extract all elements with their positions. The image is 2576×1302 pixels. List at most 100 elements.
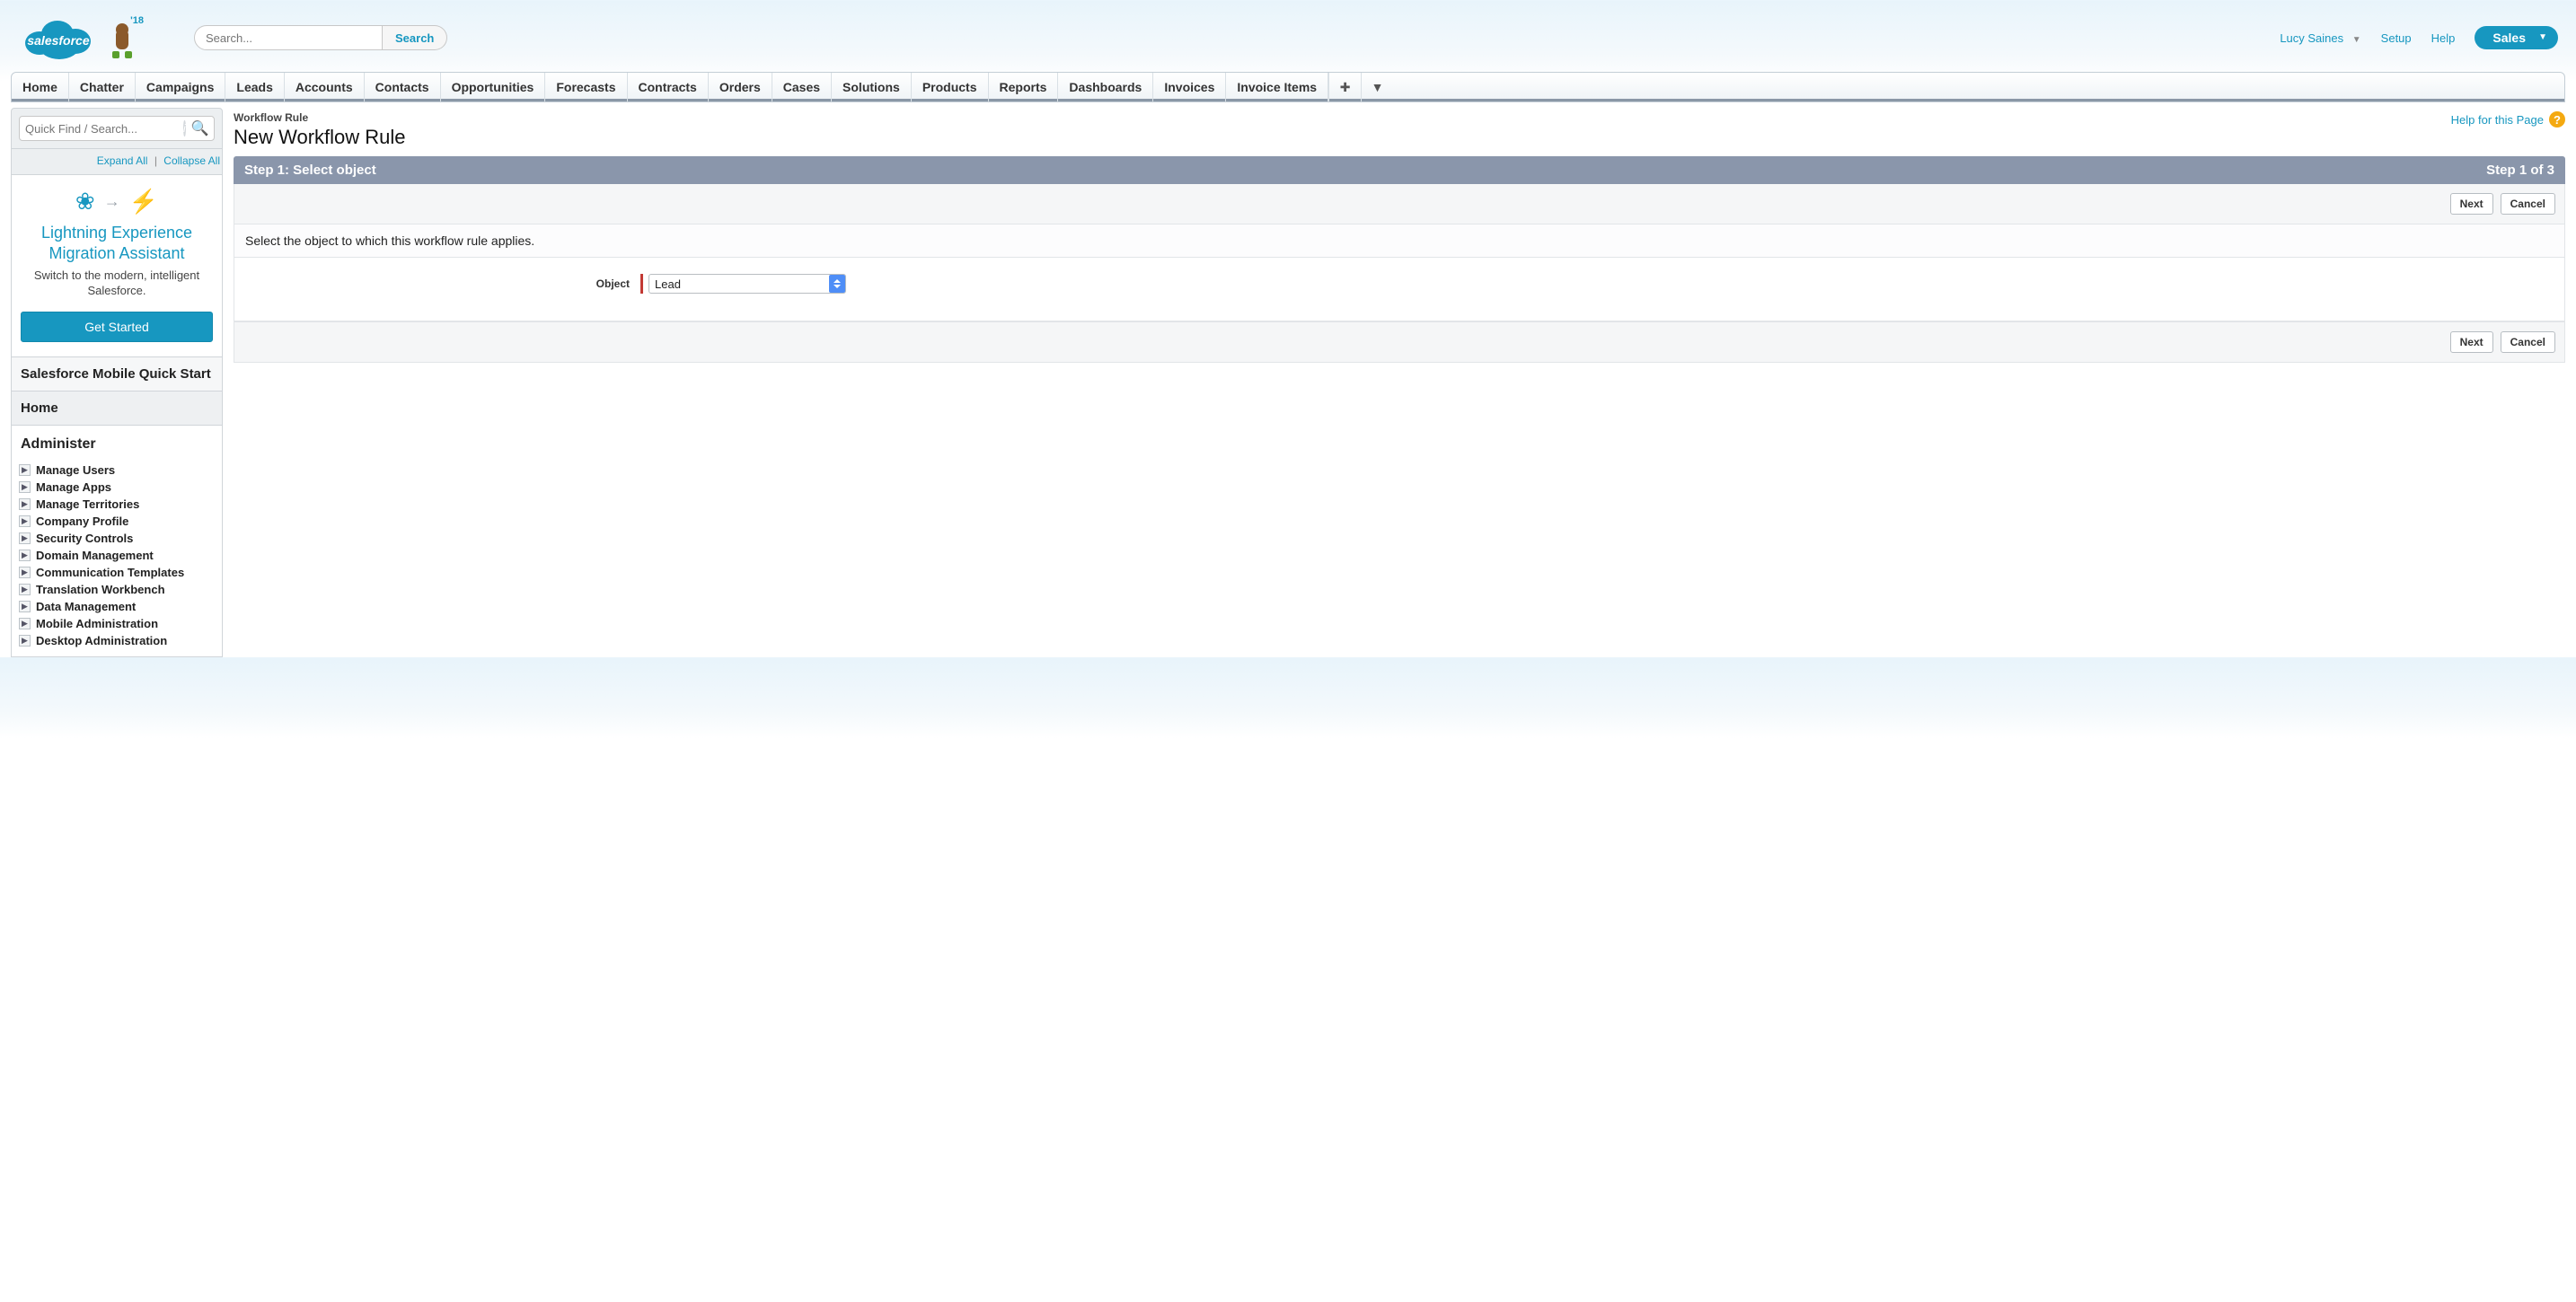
help-link[interactable]: Help xyxy=(2431,31,2456,45)
user-menu[interactable]: Lucy Saines ▼ xyxy=(2280,31,2360,45)
expand-icon[interactable]: ▶ xyxy=(19,515,31,527)
object-select[interactable]: Lead xyxy=(648,274,846,294)
setup-link[interactable]: Setup xyxy=(2381,31,2412,45)
tab-contracts[interactable]: Contracts xyxy=(628,73,709,101)
tree-item-manage-apps[interactable]: ▶Manage Apps xyxy=(15,479,218,496)
app-name-label: Sales xyxy=(2492,31,2526,45)
sidebar-search-box: i 🔍 xyxy=(11,108,223,149)
expand-icon[interactable]: ▶ xyxy=(19,550,31,561)
add-tab-button[interactable]: ✚ xyxy=(1328,73,1361,101)
tab-orders[interactable]: Orders xyxy=(709,73,772,101)
global-search: Search xyxy=(194,25,447,50)
info-icon[interactable]: i xyxy=(183,120,186,136)
mascot-icon: '18 xyxy=(104,15,140,60)
sidebar-tree-controls: Expand All | Collapse All xyxy=(11,149,223,175)
tab-accounts[interactable]: Accounts xyxy=(285,73,365,101)
get-started-button[interactable]: Get Started xyxy=(21,312,213,342)
tab-forecasts[interactable]: Forecasts xyxy=(545,73,627,101)
tab-cases[interactable]: Cases xyxy=(772,73,832,101)
arrow-right-icon: → xyxy=(104,192,120,211)
required-indicator xyxy=(640,274,643,294)
lex-title: Lightning Experience Migration Assistant xyxy=(21,223,213,263)
expand-icon[interactable]: ▶ xyxy=(19,481,31,493)
release-year-badge: '18 xyxy=(130,15,144,26)
page-header: Workflow Rule New Workflow Rule Help for… xyxy=(234,108,2565,156)
step-progress: Step 1 of 3 xyxy=(2486,163,2554,178)
help-for-page-link[interactable]: Help for this Page ? xyxy=(2451,111,2565,128)
expand-icon[interactable]: ▶ xyxy=(19,464,31,476)
expand-icon[interactable]: ▶ xyxy=(19,532,31,544)
tree-item-mobile-administration[interactable]: ▶Mobile Administration xyxy=(15,615,218,632)
salesforce-logo[interactable]: salesforce xyxy=(18,11,99,65)
administer-tree: ▶Manage Users ▶Manage Apps ▶Manage Terri… xyxy=(11,458,223,657)
tab-reports[interactable]: Reports xyxy=(989,73,1059,101)
tree-item-desktop-administration[interactable]: ▶Desktop Administration xyxy=(15,632,218,649)
app-switcher[interactable]: Sales xyxy=(2475,26,2558,49)
next-button[interactable]: Next xyxy=(2450,193,2493,215)
tree-item-security-controls[interactable]: ▶Security Controls xyxy=(15,530,218,547)
next-button-bottom[interactable]: Next xyxy=(2450,331,2493,353)
cancel-button[interactable]: Cancel xyxy=(2501,193,2555,215)
tab-leads[interactable]: Leads xyxy=(225,73,284,101)
quick-find-input[interactable] xyxy=(25,122,183,136)
button-row-top: Next Cancel xyxy=(234,184,2565,224)
tab-chatter[interactable]: Chatter xyxy=(69,73,136,101)
search-icon[interactable]: 🔍 xyxy=(191,119,209,137)
form-area: Object Lead xyxy=(234,258,2565,321)
lex-migration-card: ❀ → ⚡ Lightning Experience Migration Ass… xyxy=(11,175,223,357)
search-button[interactable]: Search xyxy=(383,25,447,50)
tab-solutions[interactable]: Solutions xyxy=(832,73,912,101)
tabbar: Home Chatter Campaigns Leads Accounts Co… xyxy=(11,72,2565,102)
lex-icons: ❀ → ⚡ xyxy=(21,188,213,216)
main-content: Workflow Rule New Workflow Rule Help for… xyxy=(234,108,2565,657)
wizard-step-banner: Step 1: Select object Step 1 of 3 xyxy=(234,156,2565,184)
expand-all-link[interactable]: Expand All xyxy=(97,154,148,167)
search-input[interactable] xyxy=(194,25,383,50)
setup-sidebar: i 🔍 Expand All | Collapse All ❀ → ⚡ Ligh… xyxy=(11,108,223,657)
cloud-icon: salesforce xyxy=(18,11,99,65)
tree-item-data-management[interactable]: ▶Data Management xyxy=(15,598,218,615)
global-header: salesforce '18 Search Lucy Saines ▼ Setu… xyxy=(0,0,2576,72)
tree-item-domain-management[interactable]: ▶Domain Management xyxy=(15,547,218,564)
tree-item-communication-templates[interactable]: ▶Communication Templates xyxy=(15,564,218,581)
page-title: New Workflow Rule xyxy=(234,126,406,149)
cancel-button-bottom[interactable]: Cancel xyxy=(2501,331,2555,353)
tab-invoices[interactable]: Invoices xyxy=(1153,73,1226,101)
expand-icon[interactable]: ▶ xyxy=(19,584,31,595)
help-icon: ? xyxy=(2549,111,2565,128)
caret-down-icon: ▼ xyxy=(2352,35,2361,45)
help-for-page-label: Help for this Page xyxy=(2451,113,2544,127)
expand-icon[interactable]: ▶ xyxy=(19,601,31,612)
step-instruction: Select the object to which this workflow… xyxy=(234,224,2565,258)
page-eyebrow: Workflow Rule xyxy=(234,111,406,124)
expand-icon[interactable]: ▶ xyxy=(19,567,31,578)
step-title: Step 1: Select object xyxy=(244,163,376,178)
tab-campaigns[interactable]: Campaigns xyxy=(136,73,225,101)
lex-subtitle: Switch to the modern, intelligent Salesf… xyxy=(21,268,213,299)
administer-heading: Administer xyxy=(11,426,223,458)
sidebar-mobile-quick-start[interactable]: Salesforce Mobile Quick Start xyxy=(11,357,223,391)
tree-item-translation-workbench[interactable]: ▶Translation Workbench xyxy=(15,581,218,598)
tab-products[interactable]: Products xyxy=(912,73,989,101)
username-label: Lucy Saines xyxy=(2280,31,2343,45)
tab-invoice-items[interactable]: Invoice Items xyxy=(1226,73,1328,101)
tree-item-manage-users[interactable]: ▶Manage Users xyxy=(15,462,218,479)
object-label: Object xyxy=(245,277,640,290)
tab-overflow-button[interactable]: ▼ xyxy=(1361,73,1393,101)
tab-dashboards[interactable]: Dashboards xyxy=(1058,73,1153,101)
tree-item-manage-territories[interactable]: ▶Manage Territories xyxy=(15,496,218,513)
button-row-bottom: Next Cancel xyxy=(234,321,2565,363)
lightning-icon: ⚡ xyxy=(129,188,158,216)
sidebar-home[interactable]: Home xyxy=(11,391,223,426)
svg-text:salesforce: salesforce xyxy=(27,33,89,48)
tab-contacts[interactable]: Contacts xyxy=(365,73,441,101)
tab-home[interactable]: Home xyxy=(12,73,69,101)
collapse-all-link[interactable]: Collapse All xyxy=(163,154,220,167)
tab-opportunities[interactable]: Opportunities xyxy=(441,73,546,101)
flower-icon: ❀ xyxy=(75,188,95,216)
expand-icon[interactable]: ▶ xyxy=(19,618,31,629)
tree-item-company-profile[interactable]: ▶Company Profile xyxy=(15,513,218,530)
expand-icon[interactable]: ▶ xyxy=(19,498,31,510)
expand-icon[interactable]: ▶ xyxy=(19,635,31,647)
header-right: Lucy Saines ▼ Setup Help Sales xyxy=(2280,26,2558,49)
